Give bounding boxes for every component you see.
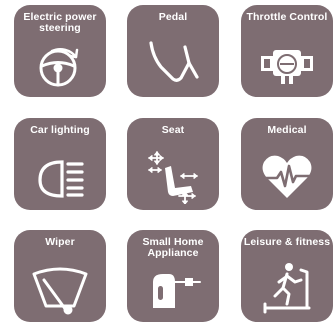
- wiper-icon: [32, 260, 88, 316]
- tile-throttle-control[interactable]: Throttle Control: [241, 5, 333, 97]
- tile-label: Seat: [161, 124, 185, 136]
- tile-electric-power-steering[interactable]: Electric power steering: [14, 5, 106, 97]
- throttle-body-icon: [259, 35, 315, 91]
- headlight-icon: [32, 148, 88, 204]
- steering-wheel-icon: [32, 35, 88, 91]
- tile-medical[interactable]: Medical: [241, 118, 333, 210]
- tile-seat[interactable]: Seat: [127, 118, 219, 210]
- tile-label: Leisure & fitness: [243, 236, 331, 248]
- heartbeat-icon: [259, 148, 315, 204]
- tile-pedal[interactable]: Pedal: [127, 5, 219, 97]
- tile-leisure-fitness[interactable]: Leisure & fitness: [241, 230, 333, 322]
- tile-label: Throttle Control: [246, 11, 328, 23]
- tile-label: Wiper: [45, 236, 75, 248]
- tile-label: Pedal: [158, 11, 188, 23]
- seat-adjust-icon: [145, 148, 201, 204]
- tile-small-home-appliance[interactable]: Small Home Appliance: [127, 230, 219, 322]
- tile-wiper[interactable]: Wiper: [14, 230, 106, 322]
- tile-label: Electric power steering: [23, 11, 97, 34]
- tile-car-lighting[interactable]: Car lighting: [14, 118, 106, 210]
- treadmill-icon: [259, 260, 315, 316]
- pedal-icon: [145, 35, 201, 91]
- tile-label: Medical: [267, 124, 307, 136]
- hand-mixer-icon: [145, 260, 201, 316]
- tile-label: Small Home Appliance: [142, 236, 204, 259]
- tile-label: Car lighting: [30, 124, 90, 136]
